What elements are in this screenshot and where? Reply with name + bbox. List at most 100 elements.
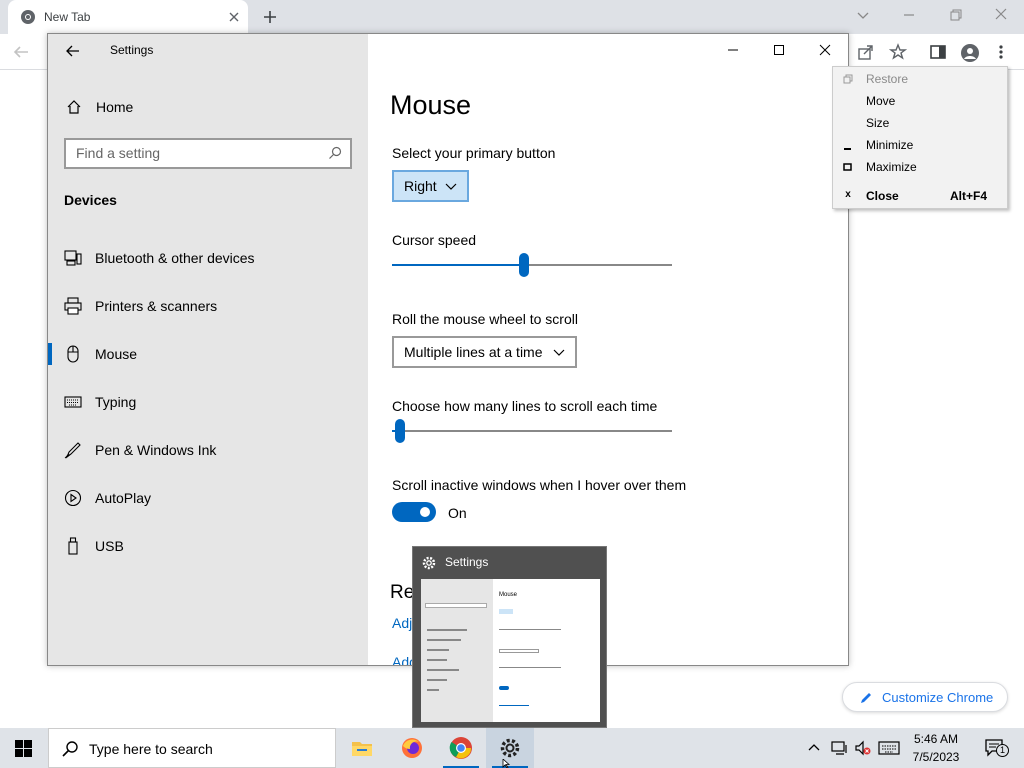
- window-system-menu: Restore Move Size Minimize Maximize x Cl…: [832, 66, 1008, 209]
- close-icon: x: [845, 189, 851, 200]
- menu-item-label: Minimize: [866, 138, 914, 152]
- chrome-tab-strip: New Tab: [0, 0, 1024, 34]
- search-icon: [62, 741, 78, 757]
- sidebar-item-pen[interactable]: Pen & Windows Ink: [48, 435, 368, 465]
- taskbar-app-chrome[interactable]: [437, 728, 485, 768]
- sidebar-item-label: Bluetooth & other devices: [95, 250, 255, 266]
- scroll-inactive-toggle[interactable]: [392, 502, 436, 522]
- lines-scroll-slider[interactable]: [392, 419, 672, 443]
- menu-item-size[interactable]: Size: [833, 113, 1007, 133]
- start-button[interactable]: [0, 728, 48, 768]
- search-input[interactable]: [76, 145, 316, 161]
- cursor-speed-label: Cursor speed: [392, 232, 477, 248]
- clock-date: 7/5/2023: [912, 750, 960, 764]
- wheel-scroll-label: Roll the mouse wheel to scroll: [392, 311, 578, 327]
- pencil-icon: [861, 693, 871, 703]
- thumbnail-line: [499, 705, 529, 706]
- chevron-down-icon: [553, 349, 565, 356]
- thumbnail-line: [427, 669, 459, 671]
- kebab-menu-icon[interactable]: [996, 43, 1006, 61]
- keyboard-icon[interactable]: [878, 740, 900, 756]
- chrome-icon: [449, 737, 472, 759]
- sidebar-item-label: Printers & scanners: [95, 298, 218, 314]
- toggle-knob: [420, 507, 430, 517]
- side-panel-icon[interactable]: [929, 43, 947, 61]
- maximize-icon[interactable]: [764, 40, 794, 60]
- bookmark-star-icon[interactable]: [889, 43, 907, 61]
- wheel-scroll-dropdown[interactable]: Multiple lines at a time: [392, 336, 577, 368]
- pen-icon: [64, 442, 81, 459]
- search-icon[interactable]: [328, 146, 342, 160]
- tab-search-chevron-icon[interactable]: [851, 6, 875, 26]
- slider-thumb[interactable]: [519, 253, 529, 277]
- sidebar-item-label: AutoPlay: [95, 490, 152, 506]
- keyboard-icon: [64, 396, 82, 408]
- sidebar-item-typing[interactable]: Typing: [48, 387, 368, 417]
- menu-item-maximize[interactable]: Maximize: [833, 157, 1007, 177]
- profile-avatar-icon[interactable]: [960, 43, 980, 63]
- sidebar-item-label: Mouse: [95, 346, 138, 362]
- thumbnail-line: [427, 689, 439, 691]
- thumbnail-title: Settings: [445, 555, 489, 569]
- minimize-icon: [844, 148, 851, 150]
- new-tab-icon[interactable]: [262, 9, 278, 25]
- related-link-adjust[interactable]: Adj: [392, 615, 412, 631]
- sidebar-item-bluetooth[interactable]: Bluetooth & other devices: [48, 243, 368, 273]
- taskbar-search-box[interactable]: Type here to search: [48, 728, 336, 768]
- menu-item-label: Size: [866, 116, 890, 130]
- menu-item-minimize[interactable]: Minimize: [833, 135, 1007, 155]
- close-icon[interactable]: [810, 40, 840, 60]
- window-title: Settings: [110, 43, 154, 57]
- back-arrow-icon[interactable]: [65, 43, 81, 59]
- page-title: Mouse: [390, 90, 472, 120]
- chrome-favicon-icon: [21, 10, 35, 24]
- thumbnail-heading: Mouse: [499, 592, 518, 598]
- menu-item-label: Move: [866, 94, 896, 108]
- thumbnail-line: [499, 609, 513, 614]
- thumbnail-line: [499, 686, 509, 690]
- thumbnail-line: [499, 667, 561, 668]
- lines-scroll-label: Choose how many lines to scroll each tim…: [392, 398, 658, 414]
- action-center-button[interactable]: 1: [984, 738, 1012, 758]
- share-icon[interactable]: [857, 43, 875, 61]
- system-clock[interactable]: 5:46 AM 7/5/2023: [904, 730, 968, 766]
- chrome-minimize-icon[interactable]: [897, 6, 921, 26]
- taskbar-app-file-explorer[interactable]: [338, 728, 386, 768]
- thumbnail-line: [427, 629, 467, 631]
- chrome-close-icon[interactable]: [989, 6, 1013, 26]
- sidebar-item-mouse[interactable]: Mouse: [48, 339, 368, 369]
- back-arrow-icon[interactable]: [12, 43, 30, 61]
- taskbar-thumbnail-preview[interactable]: Settings Mouse: [412, 546, 607, 728]
- menu-item-label: Maximize: [866, 160, 917, 174]
- thumbnail-line: [427, 639, 461, 641]
- menu-item-label: Restore: [866, 72, 909, 86]
- menu-item-move[interactable]: Move: [833, 91, 1007, 111]
- sidebar-item-usb[interactable]: USB: [48, 531, 368, 561]
- chrome-restore-icon[interactable]: [943, 6, 967, 26]
- cursor-speed-slider[interactable]: [392, 253, 672, 277]
- sidebar-item-autoplay[interactable]: AutoPlay: [48, 483, 368, 513]
- file-explorer-icon: [352, 742, 372, 756]
- find-setting-search[interactable]: [64, 138, 352, 169]
- volume-muted-icon[interactable]: [854, 740, 872, 756]
- firefox-icon: [402, 738, 422, 758]
- dropdown-value: Right: [404, 178, 437, 194]
- sidebar-item-printers[interactable]: Printers & scanners: [48, 291, 368, 321]
- home-label: Home: [96, 99, 134, 115]
- section-heading: Devices: [64, 192, 117, 208]
- menu-item-close[interactable]: x Close Alt+F4: [833, 186, 1007, 206]
- sidebar-item-home[interactable]: Home: [48, 94, 368, 120]
- minimize-icon[interactable]: [718, 40, 748, 60]
- taskbar-app-firefox[interactable]: [388, 728, 436, 768]
- menu-item-restore[interactable]: Restore: [833, 69, 1007, 89]
- customize-chrome-button[interactable]: Customize Chrome: [842, 682, 1008, 712]
- browser-tab[interactable]: New Tab: [8, 0, 248, 34]
- thumbnail-line: [427, 679, 447, 681]
- customize-chrome-label: Customize Chrome: [882, 690, 994, 705]
- network-icon[interactable]: [831, 740, 849, 756]
- settings-gear-icon: [500, 738, 520, 758]
- slider-thumb[interactable]: [395, 419, 405, 443]
- tab-close-icon[interactable]: [226, 9, 242, 25]
- primary-button-dropdown[interactable]: Right: [392, 170, 469, 202]
- chevron-up-icon[interactable]: [806, 740, 822, 756]
